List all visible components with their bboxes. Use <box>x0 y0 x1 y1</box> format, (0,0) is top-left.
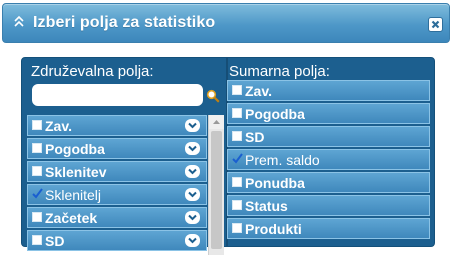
checkbox[interactable] <box>32 212 42 222</box>
checkmark-icon <box>32 188 43 199</box>
grouping-search-input[interactable] <box>32 84 203 106</box>
chevron-down-icon[interactable] <box>185 211 200 224</box>
checkbox[interactable] <box>232 200 242 210</box>
checkbox[interactable] <box>32 166 42 176</box>
list-item[interactable]: Status <box>227 195 430 216</box>
list-item[interactable]: Pogodba <box>227 103 430 124</box>
checkbox[interactable] <box>32 120 42 130</box>
list-item[interactable]: Sklenitev <box>27 161 207 182</box>
checked-checkbox[interactable] <box>231 152 244 165</box>
checkbox[interactable] <box>32 235 42 245</box>
dialog-titlebar: Izberi polja za statistiko <box>2 3 450 43</box>
item-label: Sklenitelj <box>45 187 102 203</box>
item-label: Prem. saldo <box>245 152 320 168</box>
list-item[interactable]: Zav. <box>27 115 207 136</box>
list-item[interactable]: Produkti <box>227 218 430 239</box>
grouping-fields-title: Združevalna polja: <box>31 63 154 80</box>
chevron-down-icon[interactable] <box>185 188 200 201</box>
fields-panel: Združevalna polja: Sumarna polja: Zav. P… <box>21 57 435 255</box>
list-item[interactable]: Prem. saldo <box>227 149 430 170</box>
item-label: Zav. <box>45 118 72 134</box>
checkbox[interactable] <box>232 85 242 95</box>
summary-fields-title: Sumarna polja: <box>229 63 330 80</box>
grouping-fields-list: Zav. Pogodba Sklenitev Sklenitelj Začete… <box>27 115 207 253</box>
item-label: Pogodba <box>245 106 305 122</box>
list-item[interactable]: SD <box>27 230 207 251</box>
item-label: SD <box>45 233 65 249</box>
grouping-list-scrollbar[interactable] <box>208 115 224 255</box>
item-label: Sklenitev <box>45 164 107 180</box>
checkbox[interactable] <box>232 108 242 118</box>
item-label: Status <box>245 198 288 214</box>
list-item[interactable]: Pogodba <box>27 138 207 159</box>
checked-checkbox[interactable] <box>31 187 44 200</box>
list-item[interactable]: SD <box>227 126 430 147</box>
item-label: Zav. <box>245 83 272 99</box>
checkbox[interactable] <box>32 143 42 153</box>
checkbox[interactable] <box>232 223 242 233</box>
search-icon[interactable] <box>206 89 220 103</box>
summary-fields-list: Zav. Pogodba SD Prem. saldo Ponudba Stat… <box>227 80 430 241</box>
list-item[interactable]: Sklenitelj <box>27 184 207 205</box>
checkmark-icon <box>232 153 243 164</box>
scroll-up-arrow-icon[interactable] <box>209 115 224 129</box>
item-label: Produkti <box>245 221 302 237</box>
chevron-down-icon[interactable] <box>185 165 200 178</box>
dialog-title: Izberi polja za statistiko <box>33 14 216 31</box>
item-label: Začetek <box>45 210 98 226</box>
scrollbar-thumb[interactable] <box>211 131 222 249</box>
checkbox[interactable] <box>232 131 242 141</box>
list-item[interactable]: Začetek <box>27 207 207 228</box>
close-button[interactable] <box>428 17 443 32</box>
close-icon <box>431 20 440 29</box>
item-label: Pogodba <box>45 141 105 157</box>
chevron-down-icon[interactable] <box>185 142 200 155</box>
double-chevron-up-icon[interactable] <box>13 15 25 29</box>
list-item[interactable]: Zav. <box>227 80 430 101</box>
chevron-down-icon[interactable] <box>185 234 200 247</box>
item-label: SD <box>245 129 265 145</box>
checkbox[interactable] <box>232 177 242 187</box>
item-label: Ponudba <box>245 175 305 191</box>
list-item[interactable]: Ponudba <box>227 172 430 193</box>
chevron-down-icon[interactable] <box>185 119 200 132</box>
